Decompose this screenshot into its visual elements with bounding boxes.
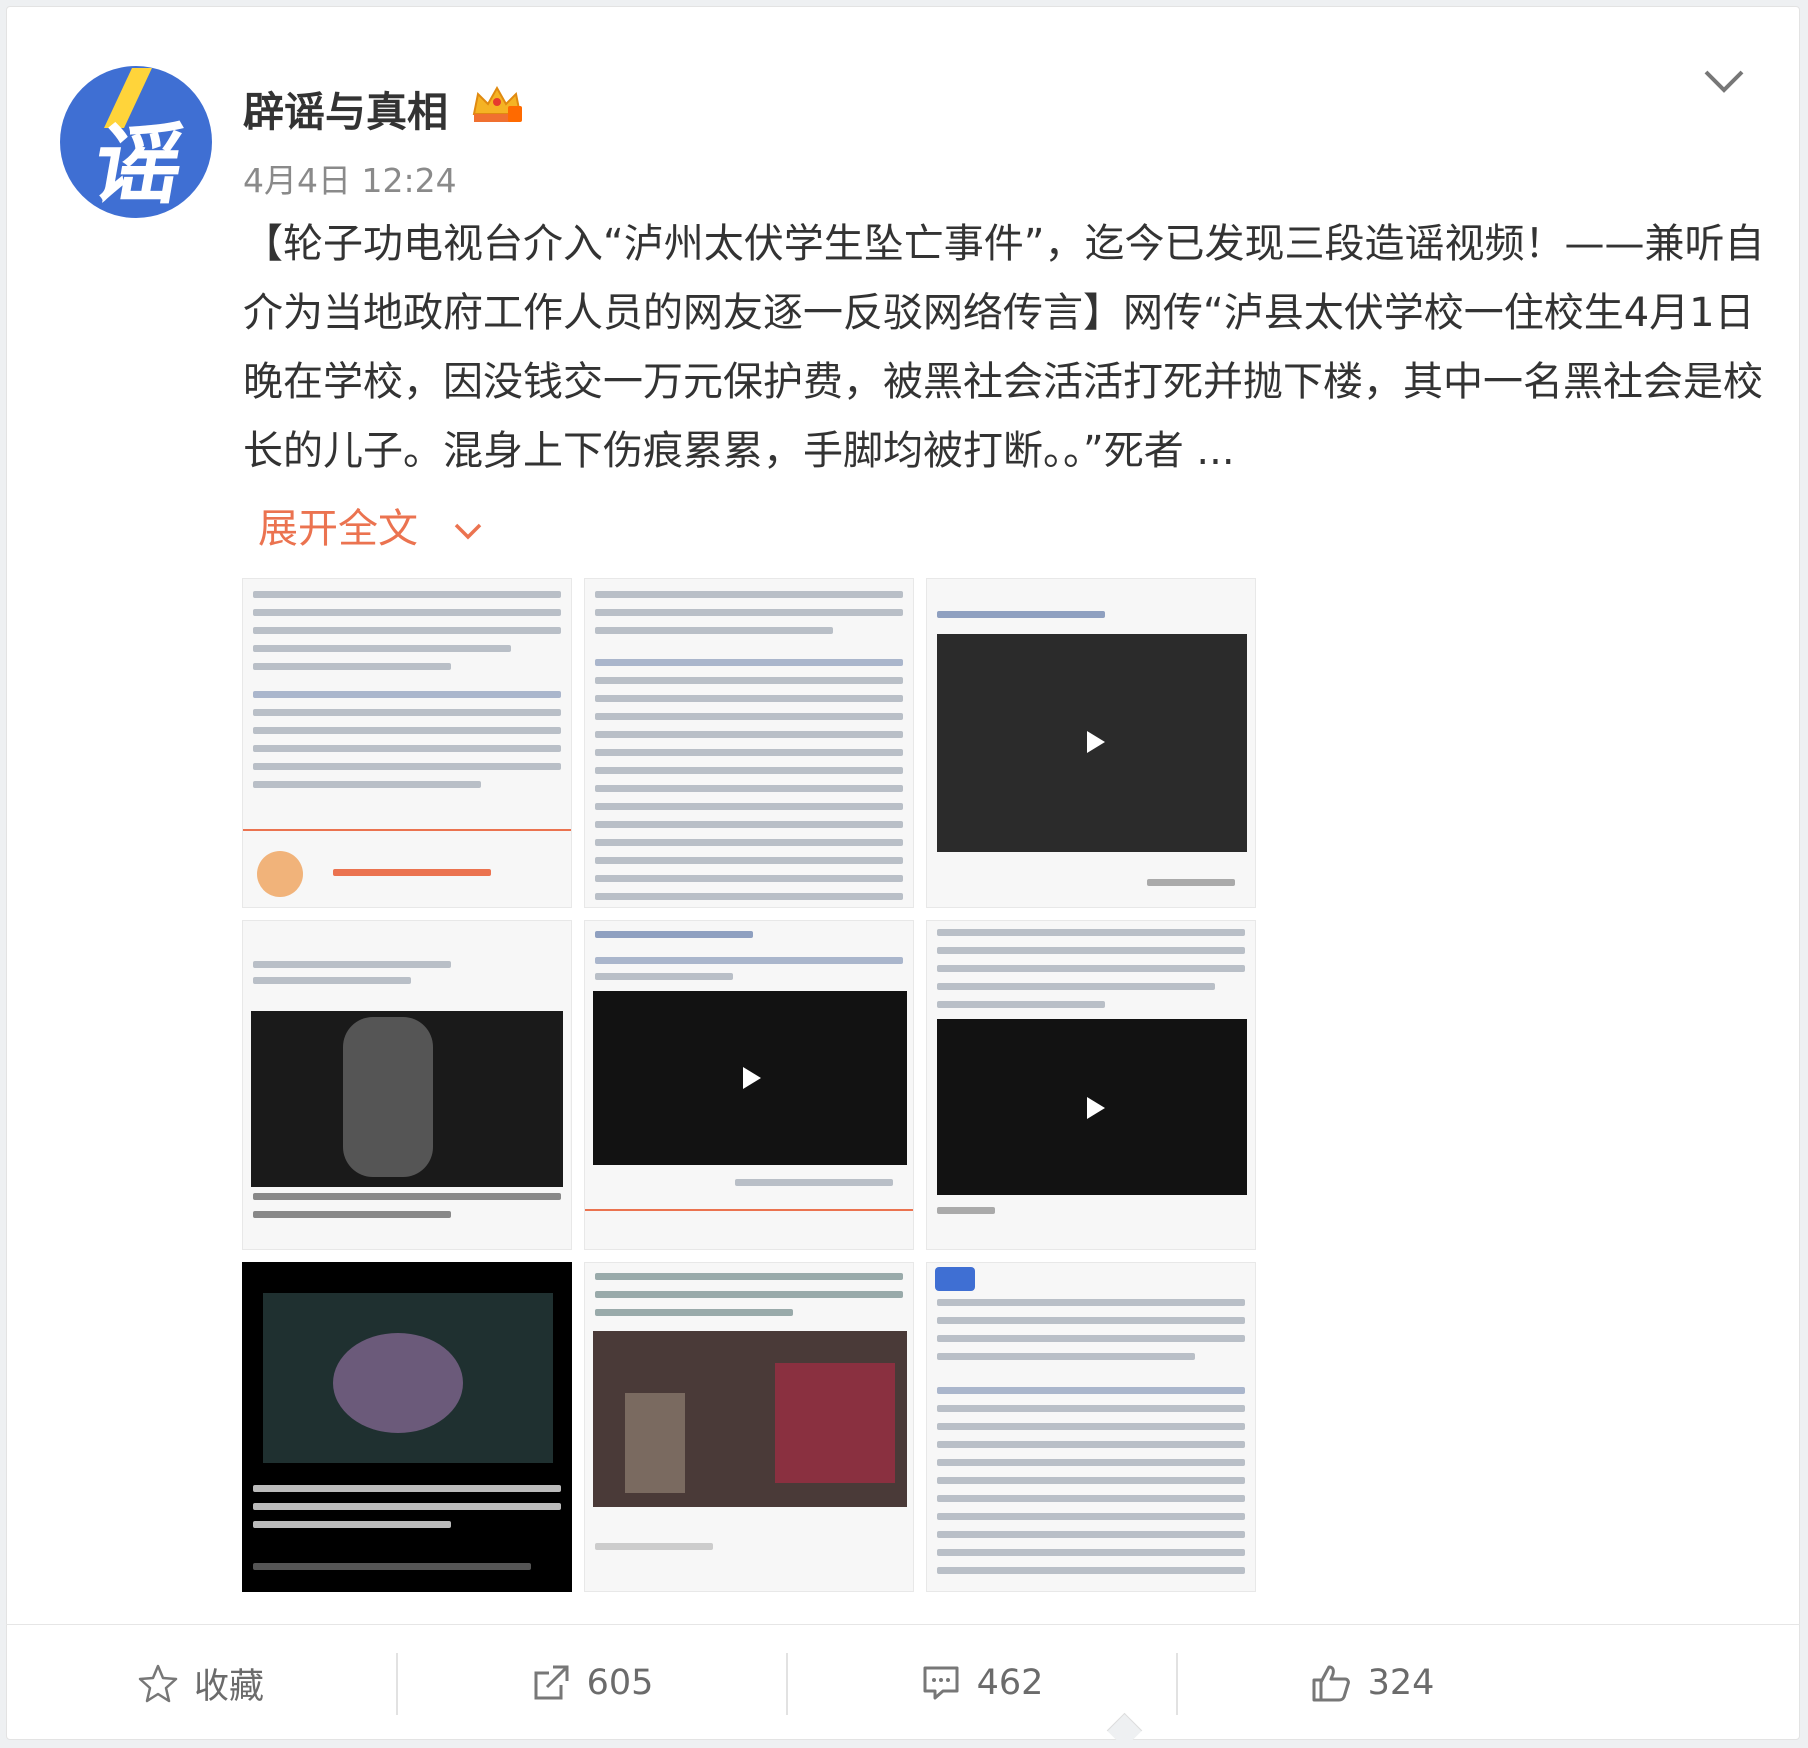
image-9-thumbnail[interactable] [926, 1262, 1256, 1592]
chevron-down-icon [454, 523, 481, 540]
comment-icon [923, 1666, 959, 1700]
post-content: 【轮子功电视台介入“泸州太伏学生坠亡事件”，迄今已发现三段造谣视频！——兼听自介… [243, 221, 1765, 474]
avatar-text: 谣 [85, 113, 184, 216]
play-icon [743, 1067, 761, 1089]
image-1-thumbnail[interactable] [242, 578, 572, 908]
image-8-thumbnail[interactable] [584, 1262, 914, 1592]
play-icon [1087, 1097, 1105, 1119]
like-button[interactable]: 324 [1178, 1625, 1566, 1741]
like-icon [1312, 1665, 1350, 1702]
image-3-thumbnail[interactable] [926, 578, 1256, 908]
chevron-down-icon[interactable] [1702, 66, 1746, 96]
image-2-thumbnail[interactable] [584, 578, 914, 908]
image-4-thumbnail[interactable] [242, 920, 572, 1250]
repost-button[interactable]: 605 [398, 1625, 786, 1741]
image-7-thumbnail[interactable] [242, 1262, 572, 1592]
favorite-button[interactable]: 收藏 [6, 1625, 396, 1741]
action-bar: 收藏 605 462 324 [6, 1624, 1800, 1740]
avatar[interactable]: 谣 [60, 66, 212, 218]
expand-full-text-link[interactable]: 展开全文 [258, 496, 483, 554]
like-count: 324 [1367, 1663, 1435, 1703]
crown-icon [472, 85, 522, 122]
star-icon [138, 1664, 178, 1703]
image-5-thumbnail[interactable] [584, 920, 914, 1250]
expand-label: 展开全文 [258, 506, 418, 552]
play-icon [1087, 731, 1105, 753]
username[interactable]: 辟谣与真相 [243, 78, 448, 138]
image-grid [242, 578, 1256, 1594]
image-6-thumbnail[interactable] [926, 920, 1256, 1250]
repost-count: 605 [586, 1663, 654, 1703]
favorite-label: 收藏 [193, 1666, 264, 1707]
post-timestamp: 4月4日 12:24 [243, 161, 457, 200]
comment-count: 462 [976, 1663, 1044, 1703]
repost-icon [534, 1665, 569, 1700]
